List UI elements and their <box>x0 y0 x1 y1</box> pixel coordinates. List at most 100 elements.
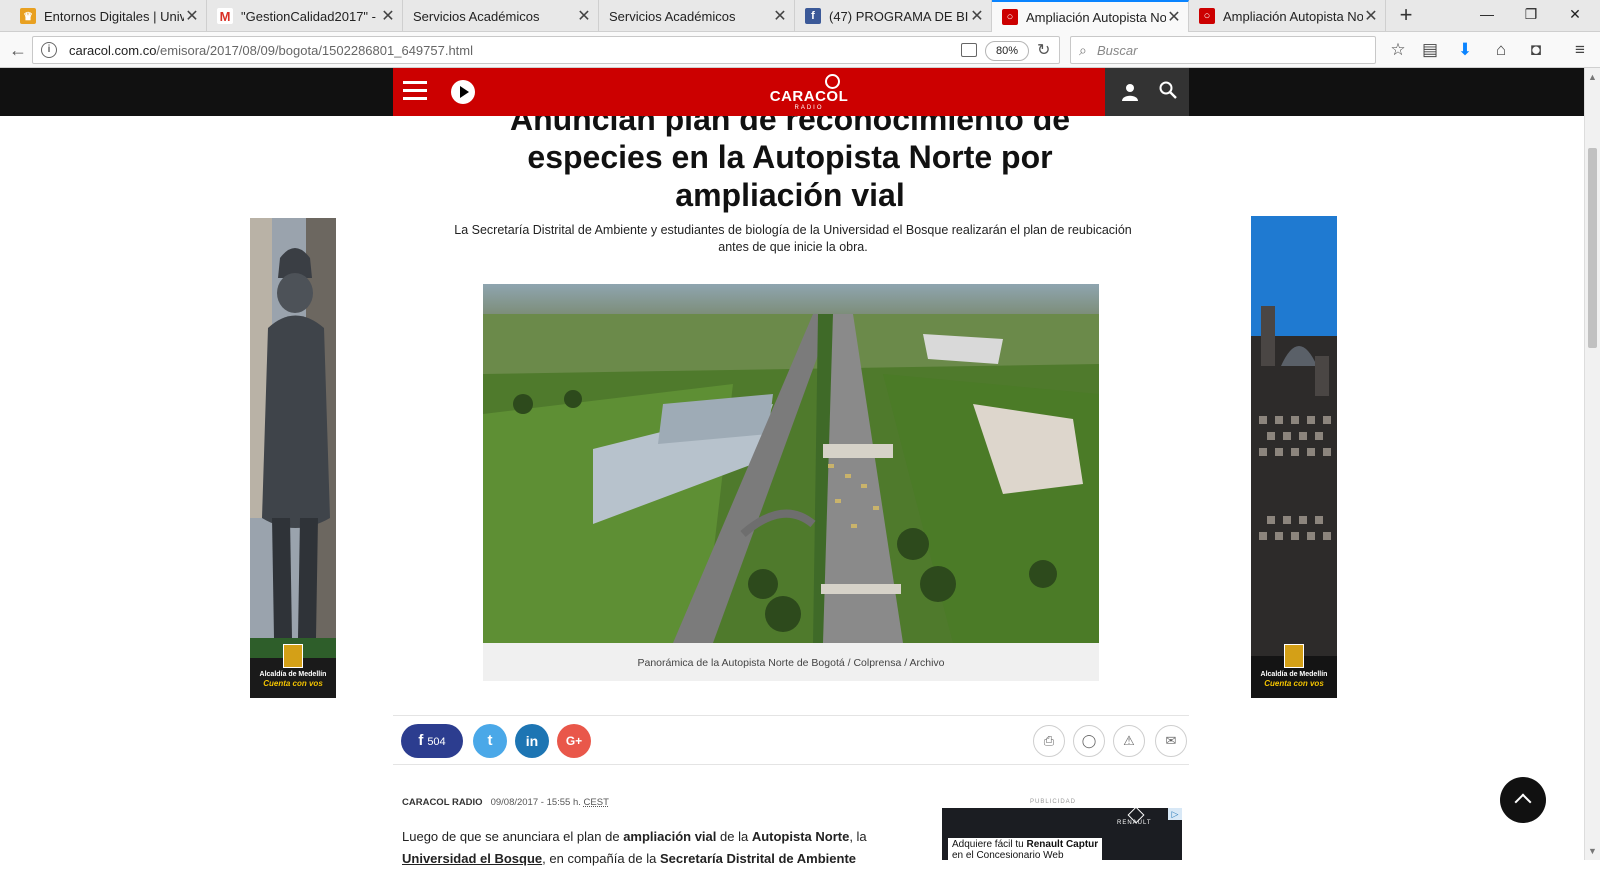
renault-ad-text: Adquiere fácil tu Renault Captur en el Co… <box>948 838 1103 860</box>
site-header: CARACOL RADIO <box>0 68 1584 116</box>
facebook-icon: f <box>418 732 424 749</box>
email-icon[interactable]: ✉ <box>1155 725 1187 757</box>
close-icon[interactable]: ✕ <box>380 6 396 26</box>
report-warning-icon[interactable]: ⚠ <box>1113 725 1145 757</box>
search-icon[interactable] <box>1158 80 1178 100</box>
photo-caption: Panorámica de la Autopista Norte de Bogo… <box>637 657 945 669</box>
renault-brand-text: RENAULT <box>1117 820 1152 826</box>
photo-caption-box: Panorámica de la Autopista Norte de Bogo… <box>483 643 1099 681</box>
close-icon[interactable]: ✕ <box>1363 6 1379 26</box>
tab-entornos-digitales[interactable]: ♛ Entornos Digitales | Unive ✕ <box>10 0 207 32</box>
palace-building-image <box>1251 216 1337 698</box>
article-timezone: CEST <box>583 797 609 808</box>
share-bar: f 504 t in G+ ⎙ ◯ ⚠ ✉ <box>393 715 1189 765</box>
close-icon[interactable]: ✕ <box>576 6 592 26</box>
twitter-share-button[interactable]: t <box>473 724 507 758</box>
scroll-down-icon[interactable]: ▼ <box>1588 846 1597 856</box>
article-headline: Anuncian plan de reconocimiento de espec… <box>509 101 1071 213</box>
article-meta: CARACOL RADIO 09/08/2017 - 15:55 h. CEST <box>402 797 609 808</box>
restore-icon[interactable]: ❐ <box>1521 6 1541 26</box>
logo-subtext: RADIO <box>794 105 824 111</box>
tab-servicios-academicos-1[interactable]: Servicios Académicos ✕ <box>403 0 599 32</box>
info-icon[interactable]: i <box>41 42 57 58</box>
zoom-level[interactable]: 80% <box>985 41 1029 61</box>
caracol-logo[interactable]: CARACOL RADIO <box>769 74 849 112</box>
scroll-thumb[interactable] <box>1588 148 1597 348</box>
downloads-icon[interactable]: ⬇ <box>1453 38 1477 62</box>
tab-facebook[interactable]: f (47) PROGRAMA DE BIOLO ✕ <box>795 0 992 32</box>
article-photo[interactable] <box>483 284 1099 643</box>
alcaldia-badge: Alcaldía de Medellín Cuenta con vos <box>256 644 330 688</box>
logo-ring <box>825 74 840 89</box>
logo-text: CARACOL <box>769 88 849 105</box>
search-placeholder: Buscar <box>1097 43 1138 58</box>
minimize-icon[interactable]: — <box>1477 6 1497 26</box>
print-icon[interactable]: ⎙ <box>1033 725 1065 757</box>
facebook-share-button[interactable]: f 504 <box>401 724 463 758</box>
botero-statue-image <box>250 218 336 698</box>
renault-ad[interactable]: RENAULT ▷ Adquiere fácil tu Renault Capt… <box>942 808 1182 860</box>
crest-icon <box>283 644 303 668</box>
article-source[interactable]: CARACOL RADIO <box>402 797 483 808</box>
tab-ampliacion[interactable]: ○ Ampliación Autopista Nor ✕ <box>1189 0 1386 32</box>
body-line-2: Universidad el Bosque, en compañía de la… <box>402 851 857 866</box>
back-to-top-button[interactable] <box>1500 777 1546 823</box>
close-window-icon[interactable]: ✕ <box>1565 6 1585 26</box>
facebook-icon: f <box>805 8 821 24</box>
article-body: Luego de que se anunciara el plan de amp… <box>402 826 882 870</box>
twitter-icon: t <box>487 732 493 749</box>
tab-gmail[interactable]: M "GestionCalidad2017" - ca ✕ <box>207 0 403 32</box>
browser-tab-bar: ♛ Entornos Digitales | Unive ✕ M "Gestio… <box>0 0 1600 32</box>
comment-icon[interactable]: ◯ <box>1073 725 1105 757</box>
tab-title: Servicios Académicos <box>413 8 540 24</box>
tab-title: Ampliación Autopista Nor <box>1026 9 1166 25</box>
address-bar[interactable]: i caracol.com.co/emisora/2017/08/09/bogo… <box>32 36 1060 64</box>
library-icon[interactable]: ▤ <box>1418 38 1442 62</box>
tab-title: Entornos Digitales | Unive <box>44 8 184 24</box>
page-scrollbar[interactable]: ▲ ▼ <box>1584 68 1600 860</box>
menu-icon[interactable]: ≡ <box>1568 38 1592 62</box>
scroll-up-icon[interactable]: ▲ <box>1588 72 1597 82</box>
user-icon[interactable] <box>1120 82 1140 102</box>
gmail-icon: M <box>217 8 233 24</box>
right-skyscraper-ad[interactable]: Alcaldía de Medellín Cuenta con vos <box>1251 216 1337 698</box>
adchoices-icon[interactable]: ▷ <box>1168 808 1182 820</box>
tab-title: "GestionCalidad2017" - ca <box>241 8 380 24</box>
close-icon[interactable]: ✕ <box>772 6 788 26</box>
home-icon[interactable]: ⌂ <box>1489 38 1513 62</box>
linkedin-icon: in <box>525 733 539 749</box>
bookmark-star-icon[interactable]: ☆ <box>1386 38 1410 62</box>
header-brand-bar <box>393 68 1105 116</box>
body-line-1: Luego de que se anunciara el plan de amp… <box>402 829 867 844</box>
article-summary: La Secretaría Distrital de Ambiente y es… <box>454 223 1132 254</box>
alcaldia-badge: Alcaldía de Medellín Cuenta con vos <box>1257 644 1331 688</box>
reader-view-icon[interactable] <box>961 43 977 57</box>
ad-slogan: Cuenta con vos <box>263 679 323 688</box>
left-skyscraper-ad[interactable]: Alcaldía de Medellín Cuenta con vos <box>250 218 336 698</box>
advertising-label: PUBLICIDAD <box>1030 799 1077 805</box>
university-shield-icon: ♛ <box>20 8 36 24</box>
tab-title: Servicios Académicos <box>609 8 736 24</box>
article-date: 09/08/2017 - 15:55 h. <box>490 797 581 808</box>
new-tab-button[interactable]: + <box>1394 4 1418 28</box>
tab-ampliacion-active[interactable]: ○ Ampliación Autopista Nor ✕ <box>992 0 1189 32</box>
autopista-aerial-image <box>483 284 1099 643</box>
close-icon[interactable]: ✕ <box>1166 7 1182 27</box>
hamburger-menu-icon[interactable] <box>403 81 427 101</box>
ad-badge-text: Alcaldía de Medellín <box>1260 671 1328 678</box>
googleplus-share-button[interactable]: G+ <box>557 724 591 758</box>
crest-icon <box>1284 644 1304 668</box>
university-link[interactable]: Universidad el Bosque <box>402 851 542 866</box>
linkedin-share-button[interactable]: in <box>515 724 549 758</box>
caracol-icon: ○ <box>1002 9 1018 25</box>
reload-icon[interactable]: ↻ <box>1037 40 1050 60</box>
play-live-icon[interactable] <box>451 80 475 104</box>
close-icon[interactable]: ✕ <box>969 6 985 26</box>
back-arrow-icon[interactable]: ← <box>6 38 30 62</box>
url-text: caracol.com.co/emisora/2017/08/09/bogota… <box>69 43 474 58</box>
pocket-icon[interactable]: ◘ <box>1524 38 1548 62</box>
search-input[interactable]: ⌕ Buscar <box>1070 36 1376 64</box>
close-icon[interactable]: ✕ <box>184 6 200 26</box>
ad-slogan: Cuenta con vos <box>1264 679 1324 688</box>
tab-servicios-academicos-2[interactable]: Servicios Académicos ✕ <box>599 0 795 32</box>
